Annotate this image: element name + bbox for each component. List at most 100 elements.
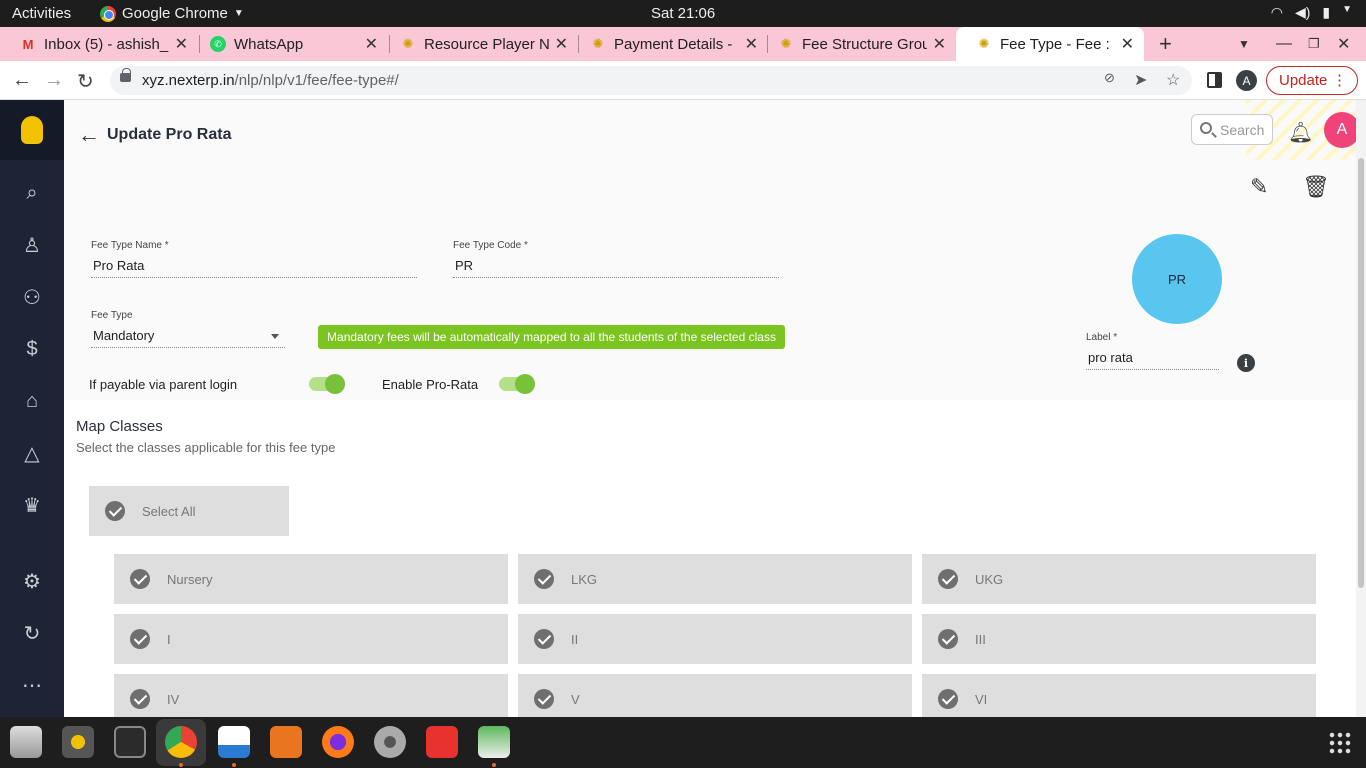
close-icon[interactable]: ✕	[365, 34, 378, 54]
chrome-icon[interactable]	[165, 726, 197, 758]
search-input[interactable]: Search	[1191, 114, 1273, 145]
window-close-button[interactable]: ✕	[1337, 27, 1350, 61]
trash-icon[interactable]: 🗑︎	[1302, 174, 1330, 200]
tab-fee-structure[interactable]: ✺ Fee Structure Grou ✕	[758, 27, 956, 61]
close-icon[interactable]: ✕	[1121, 34, 1134, 54]
fee-type-select[interactable]: Fee Type Mandatory	[91, 310, 285, 348]
tab-search-button[interactable]: ▼	[1238, 27, 1250, 61]
class-card-iv[interactable]: IV	[114, 674, 508, 717]
class-card-i[interactable]: I	[114, 614, 508, 664]
class-card-ukg[interactable]: UKG	[922, 554, 1316, 604]
fee-type-name-value[interactable]: Pro Rata	[91, 251, 417, 278]
school-icon[interactable]: ⌂	[20, 389, 44, 413]
select-all-button[interactable]: Select All	[89, 486, 289, 536]
info-icon[interactable]: i	[1237, 354, 1255, 372]
fee-type-selected[interactable]: Mandatory	[91, 321, 285, 348]
tab-gmail[interactable]: M Inbox (5) - ashish_ ✕	[0, 27, 198, 61]
back-arrow-icon[interactable]: ←	[78, 122, 100, 148]
class-card-ii[interactable]: II	[518, 614, 912, 664]
screenshot-icon[interactable]	[478, 726, 510, 758]
close-icon[interactable]: ✕	[555, 34, 568, 54]
back-button[interactable]: ←	[12, 69, 32, 92]
url-host: xyz.nexterp.in	[142, 72, 235, 89]
gear-icon[interactable]: ⚙	[20, 569, 44, 593]
files-icon[interactable]	[10, 726, 42, 758]
app-menu[interactable]: Google Chrome ▼	[100, 5, 244, 22]
search-icon[interactable]: ⌕	[20, 181, 44, 205]
parent-login-toggle[interactable]	[309, 374, 345, 394]
close-icon[interactable]: ✕	[745, 34, 758, 54]
app-grid-icon[interactable]	[1328, 731, 1352, 755]
class-card-vi[interactable]: VI	[922, 674, 1316, 717]
toggle-knob	[325, 374, 345, 394]
clock[interactable]: Sat 21:06	[651, 5, 715, 22]
settings-icon[interactable]	[374, 726, 406, 758]
close-icon[interactable]: ✕	[175, 34, 188, 54]
network-icon[interactable]: △	[20, 441, 44, 465]
tab-fee-type[interactable]: ✺ Fee Type - Fee : NLP ✕	[956, 27, 1144, 61]
star-icon[interactable]: ☆	[1166, 70, 1180, 90]
more-icon[interactable]: ⋯	[20, 673, 44, 697]
refresh-icon[interactable]: ↻	[20, 621, 44, 645]
chevron-down-icon: ▼	[1342, 4, 1352, 15]
dollar-icon[interactable]: $	[20, 337, 44, 361]
class-label: V	[571, 691, 580, 707]
activities-button[interactable]: Activities	[12, 5, 71, 22]
class-card-lkg[interactable]: LKG	[518, 554, 912, 604]
tab-resource-player[interactable]: ✺ Resource Player N ✕	[380, 27, 578, 61]
url-bar[interactable]: xyz.nexterp.in/nlp/nlp/v1/fee/fee-type#/…	[110, 66, 1192, 95]
bell-icon[interactable]: 🔔︎	[1288, 120, 1313, 145]
tab-whatsapp[interactable]: ✆ WhatsApp ✕	[190, 27, 388, 61]
fee-type-code-field[interactable]: Fee Type Code * PR	[453, 240, 779, 278]
check-circle-icon	[938, 629, 958, 649]
maximize-button[interactable]: ❐	[1308, 27, 1320, 61]
document-icon[interactable]	[218, 726, 250, 758]
check-circle-icon	[534, 629, 554, 649]
close-icon[interactable]: ✕	[933, 34, 946, 54]
class-card-nursery[interactable]: Nursery	[114, 554, 508, 604]
update-label: Update	[1279, 72, 1328, 89]
anydesk-icon[interactable]	[426, 726, 458, 758]
pro-rata-toggle[interactable]	[499, 374, 535, 394]
check-circle-icon	[130, 689, 150, 709]
fee-type-name-field[interactable]: Fee Type Name * Pro Rata	[91, 240, 417, 278]
user-avatar[interactable]: A	[1324, 112, 1356, 148]
terminal-icon[interactable]	[114, 726, 146, 758]
nlp-icon: ✺	[592, 36, 604, 51]
search-placeholder: Search	[1220, 121, 1265, 138]
class-label: II	[571, 631, 579, 647]
new-tab-button[interactable]: +	[1159, 27, 1172, 61]
system-tray[interactable]: ◠ ◀) ▮ ▼	[1271, 4, 1352, 21]
page-scrollbar[interactable]	[1356, 100, 1366, 717]
url-path: /nlp/nlp/v1/fee/fee-type#/	[234, 72, 399, 89]
address-bar-row: ← → ↻ xyz.nexterp.in/nlp/nlp/v1/fee/fee-…	[0, 61, 1366, 100]
fee-type-code-value[interactable]: PR	[453, 251, 779, 278]
battery-icon: ▮	[1322, 4, 1331, 20]
scrollbar-thumb[interactable]	[1358, 158, 1364, 588]
profile-avatar[interactable]: A	[1236, 70, 1257, 91]
send-icon[interactable]: ➤	[1134, 70, 1147, 90]
edit-icon[interactable]: ✎	[1250, 174, 1268, 200]
software-store-icon[interactable]	[270, 726, 302, 758]
class-card-v[interactable]: V	[518, 674, 912, 717]
app-sidebar: ⌕ ♙ ⚇ $ ⌂ △ ♛ ⚙ ↻ ⋯	[0, 100, 64, 717]
student-icon[interactable]: ♙	[20, 233, 44, 257]
whatsapp-icon: ✆	[210, 36, 226, 52]
reload-button[interactable]: ↻	[77, 69, 94, 94]
label-value[interactable]: pro rata	[1086, 343, 1219, 370]
users-icon[interactable]: ⚇	[20, 285, 44, 309]
chrome-update-button[interactable]: Update ⋮	[1266, 66, 1358, 95]
forward-button[interactable]: →	[44, 69, 64, 92]
tracking-blocked-icon[interactable]: ⊘	[1104, 70, 1115, 86]
more-vert-icon: ⋮	[1332, 72, 1347, 89]
tab-payment-details[interactable]: ✺ Payment Details - ✕	[570, 27, 768, 61]
class-card-iii[interactable]: III	[922, 614, 1316, 664]
minimize-button[interactable]: —	[1276, 27, 1292, 61]
side-panel-icon[interactable]	[1207, 72, 1222, 88]
firefox-icon[interactable]	[322, 726, 354, 758]
nlp-app-icon[interactable]	[62, 726, 94, 758]
app-logo[interactable]	[0, 100, 64, 160]
label-field[interactable]: Label * pro rata	[1086, 332, 1219, 370]
main-content: ← Update Pro Rata Search 🔔︎ A ✎ 🗑︎ Fee T…	[64, 100, 1356, 717]
graduation-icon[interactable]: ♛	[20, 493, 44, 517]
